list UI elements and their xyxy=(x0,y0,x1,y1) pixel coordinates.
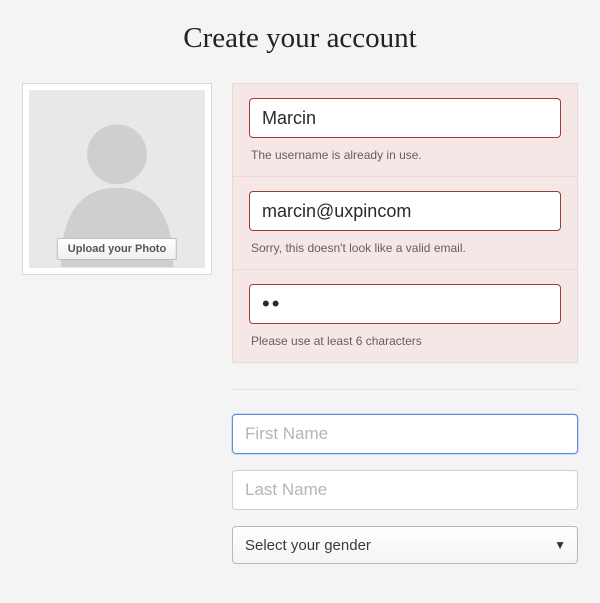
username-block: The username is already in use. xyxy=(233,84,577,177)
email-block: Sorry, this doesn't look like a valid em… xyxy=(233,177,577,270)
photo-box: Upload your Photo xyxy=(22,83,212,275)
username-error: The username is already in use. xyxy=(249,138,561,164)
upload-photo-button[interactable]: Upload your Photo xyxy=(57,238,177,260)
section-divider xyxy=(232,389,578,390)
email-error: Sorry, this doesn't look like a valid em… xyxy=(249,231,561,257)
password-error: Please use at least 6 characters xyxy=(249,324,561,350)
form-column: The username is already in use. Sorry, t… xyxy=(232,83,578,564)
gender-select-wrap: Select your gender ▼ xyxy=(232,526,578,564)
password-input[interactable] xyxy=(249,284,561,324)
photo-column: Upload your Photo xyxy=(22,83,212,275)
email-input[interactable] xyxy=(249,191,561,231)
last-name-input[interactable] xyxy=(232,470,578,510)
first-name-input[interactable] xyxy=(232,414,578,454)
form-layout: Upload your Photo The username is alread… xyxy=(0,83,600,564)
error-field-group: The username is already in use. Sorry, t… xyxy=(232,83,578,363)
page-title: Create your account xyxy=(0,0,600,83)
password-block: Please use at least 6 characters xyxy=(233,270,577,362)
username-input[interactable] xyxy=(249,98,561,138)
gender-select[interactable]: Select your gender xyxy=(232,526,578,564)
avatar-placeholder: Upload your Photo xyxy=(29,90,205,268)
